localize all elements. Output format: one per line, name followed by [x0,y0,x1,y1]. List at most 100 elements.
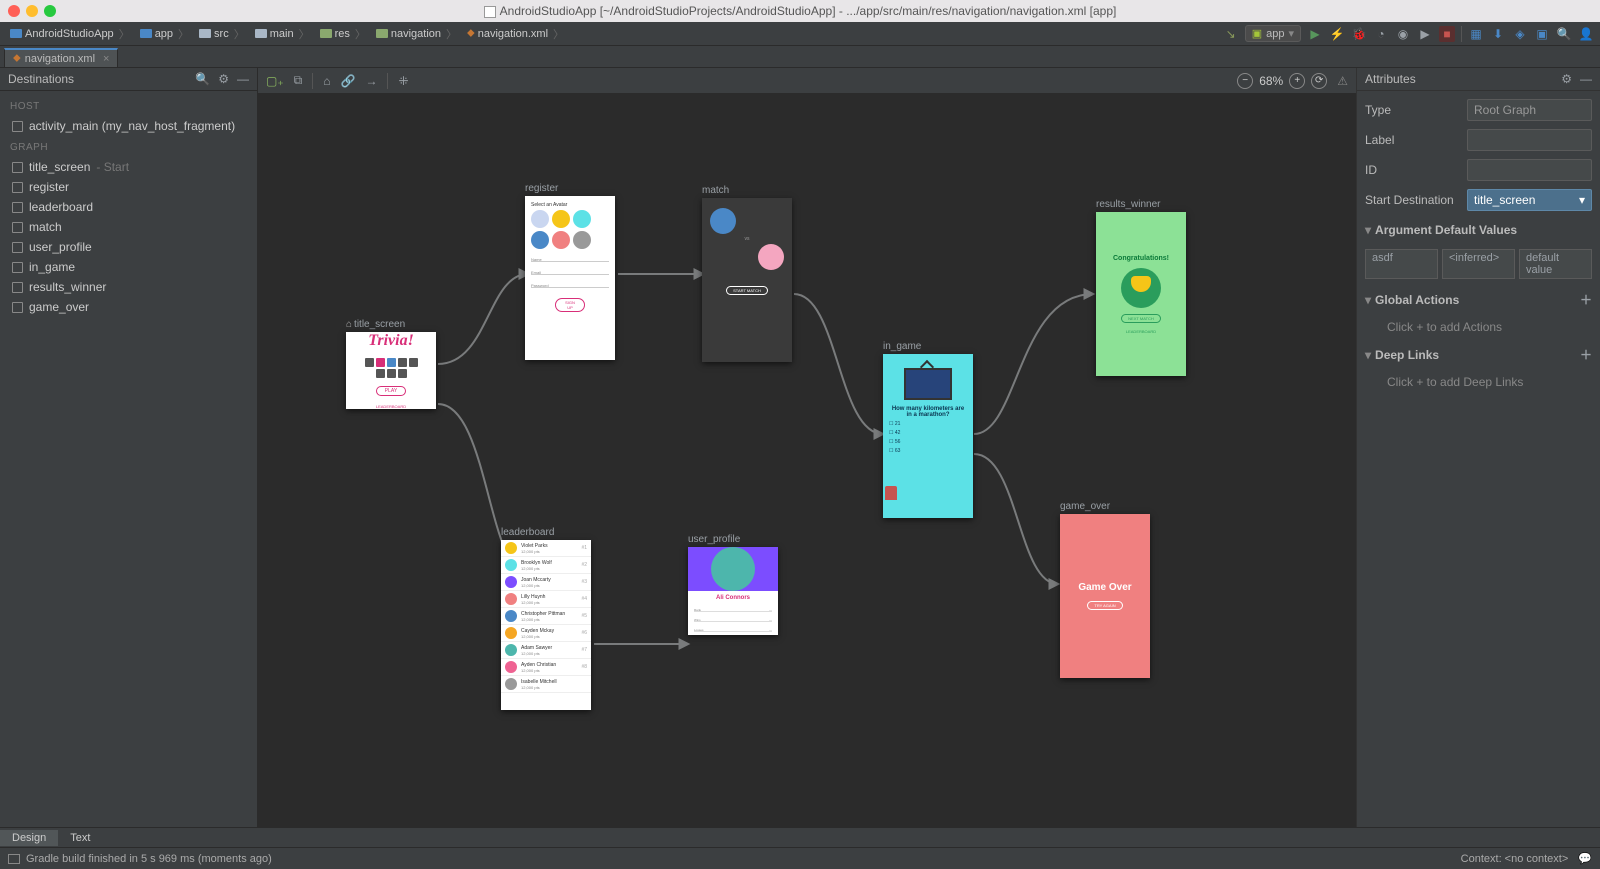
search-icon[interactable]: 🔍 [195,72,210,86]
resource-manager-icon[interactable]: ◈ [1512,26,1528,42]
folder-icon [199,29,211,38]
add-action-button[interactable]: ＋ [1580,291,1592,308]
run-icon[interactable]: ▶ [1307,26,1323,42]
close-window-button[interactable] [8,5,20,17]
design-tab[interactable]: Design [0,830,58,846]
text-tab[interactable]: Text [58,830,102,846]
folder-icon [255,29,267,38]
crumb-main[interactable]: main〉 [251,26,314,42]
layout-icon [12,182,23,193]
dest-item-register[interactable]: register [6,177,251,197]
id-label: ID [1365,163,1461,177]
node-user-profile[interactable]: user_profile Ali Connors Rank— Wins— Los… [688,534,778,635]
minimize-icon[interactable]: — [1580,72,1592,86]
dest-item-leaderboard[interactable]: leaderboard [6,197,251,217]
arguments-header[interactable]: Argument Default Values [1375,223,1517,237]
id-field[interactable] [1467,159,1592,181]
start-destination-select[interactable]: title_screen▾ [1467,189,1592,211]
deep-links-hint: Click + to add Deep Links [1365,375,1592,389]
auto-arrange-icon[interactable]: ⁜ [398,74,408,88]
type-field[interactable]: Root Graph [1467,99,1592,121]
arg-type[interactable]: <inferred> [1442,249,1515,279]
attach-debugger-icon[interactable]: ◉ [1395,26,1411,42]
host-item[interactable]: activity_main (my_nav_host_fragment) [6,116,251,136]
crumb-module[interactable]: app〉 [136,26,193,42]
arg-name[interactable]: asdf [1365,249,1438,279]
start-destination-icon: ⌂ [346,319,352,330]
dest-item-match[interactable]: match [6,217,251,237]
tool-window-icon[interactable] [8,854,20,864]
start-dest-label: Start Destination [1365,193,1461,207]
node-in-game[interactable]: in_game How many kilometers are in a mar… [883,341,973,518]
crumb-project[interactable]: AndroidStudioApp〉 [6,26,134,42]
navigation-canvas[interactable]: ⌂title_screen Trivia! PLAY LEADERBOARD r… [258,94,1356,827]
folder-icon [320,29,332,38]
action-icon[interactable]: → [365,74,377,88]
zoom-level: 68% [1259,74,1283,88]
zoom-in-icon[interactable]: + [1289,73,1305,89]
deep-links-header[interactable]: Deep Links [1375,348,1439,362]
leaderboard-link: LEADERBOARD [376,404,406,409]
close-tab-icon[interactable]: × [103,53,109,65]
crumb-navigation[interactable]: navigation〉 [372,26,461,42]
context-label[interactable]: Context: <no context> [1461,853,1569,865]
node-game-over[interactable]: game_over Game Over TRY AGAIN [1060,501,1150,678]
player1-avatar [710,208,736,234]
coverage-icon[interactable]: ▶ [1417,26,1433,42]
node-leaderboard[interactable]: leaderboard Violet Parks12,000 pts#1Broo… [501,527,591,710]
crumb-src[interactable]: src〉 [195,26,249,42]
dest-item-title_screen[interactable]: title_screen - Start [6,157,251,177]
dest-item-in_game[interactable]: in_game [6,257,251,277]
gear-icon[interactable]: ⚙ [1561,72,1572,86]
avd-manager-icon[interactable]: ▦ [1468,26,1484,42]
link-icon[interactable]: 🔗 [341,74,356,88]
layout-icon [12,202,23,213]
label-field[interactable] [1467,129,1592,151]
crumb-file[interactable]: ⬥navigation.xml〉 [463,26,568,42]
node-match[interactable]: match vs START MATCH [702,185,792,362]
layout-inspector-icon[interactable]: ▣ [1534,26,1550,42]
minimize-window-button[interactable] [26,5,38,17]
editor-tab-navigation[interactable]: ⬥ navigation.xml × [4,48,118,67]
nested-graph-icon[interactable]: ⧉ [294,73,303,88]
layout-icon [12,222,23,233]
game-over-text: Game Over [1078,582,1131,593]
node-results-winner[interactable]: results_winner Congratulations! NEXT MAT… [1096,199,1186,376]
project-icon [10,29,22,38]
zoom-window-button[interactable] [44,5,56,17]
xml-icon: ⬥ [467,27,475,40]
dest-item-game_over[interactable]: game_over [6,297,251,317]
notification-icon[interactable]: 💬 [1578,852,1592,865]
warnings-icon[interactable]: ⚠ [1337,74,1348,88]
make-project-icon[interactable]: ↘ [1223,26,1239,42]
new-destination-icon[interactable]: ▢₊ [266,74,284,88]
add-deeplink-button[interactable]: ＋ [1580,346,1592,363]
host-section-label: HOST [6,95,251,116]
crumb-res[interactable]: res〉 [316,26,370,42]
stop-icon[interactable]: ■ [1439,26,1455,42]
run-configuration-selector[interactable]: ▣app▾ [1245,25,1301,42]
breadcrumb: AndroidStudioApp〉 app〉 src〉 main〉 res〉 n… [6,26,568,42]
node-register[interactable]: register Select an Avatar Name Email Pas… [525,183,615,360]
node-title-screen[interactable]: ⌂title_screen Trivia! PLAY LEADERBOARD [346,319,436,409]
player2-avatar [758,244,784,270]
dest-item-user_profile[interactable]: user_profile [6,237,251,257]
profile-icon[interactable]: ◔ [1373,26,1389,42]
search-everywhere-icon[interactable]: 🔍 [1556,26,1572,42]
home-icon[interactable]: ⌂ [323,74,330,88]
sdk-manager-icon[interactable]: ⬇ [1490,26,1506,42]
minimize-icon[interactable]: — [237,72,249,86]
label-label: Label [1365,133,1461,147]
zoom-fit-icon[interactable]: ⟳ [1311,73,1327,89]
user-icon[interactable]: 👤 [1578,26,1594,42]
gear-icon[interactable]: ⚙ [218,72,229,86]
global-actions-hint: Click + to add Actions [1365,320,1592,334]
arg-default[interactable]: default value [1519,249,1592,279]
xml-icon: ⬥ [13,52,21,65]
dest-item-results_winner[interactable]: results_winner [6,277,251,297]
apply-changes-icon[interactable]: ⚡ [1329,26,1345,42]
zoom-out-icon[interactable]: − [1237,73,1253,89]
debug-icon[interactable]: 🐞 [1351,26,1367,42]
global-actions-header[interactable]: Global Actions [1375,293,1459,307]
layout-icon [12,282,23,293]
